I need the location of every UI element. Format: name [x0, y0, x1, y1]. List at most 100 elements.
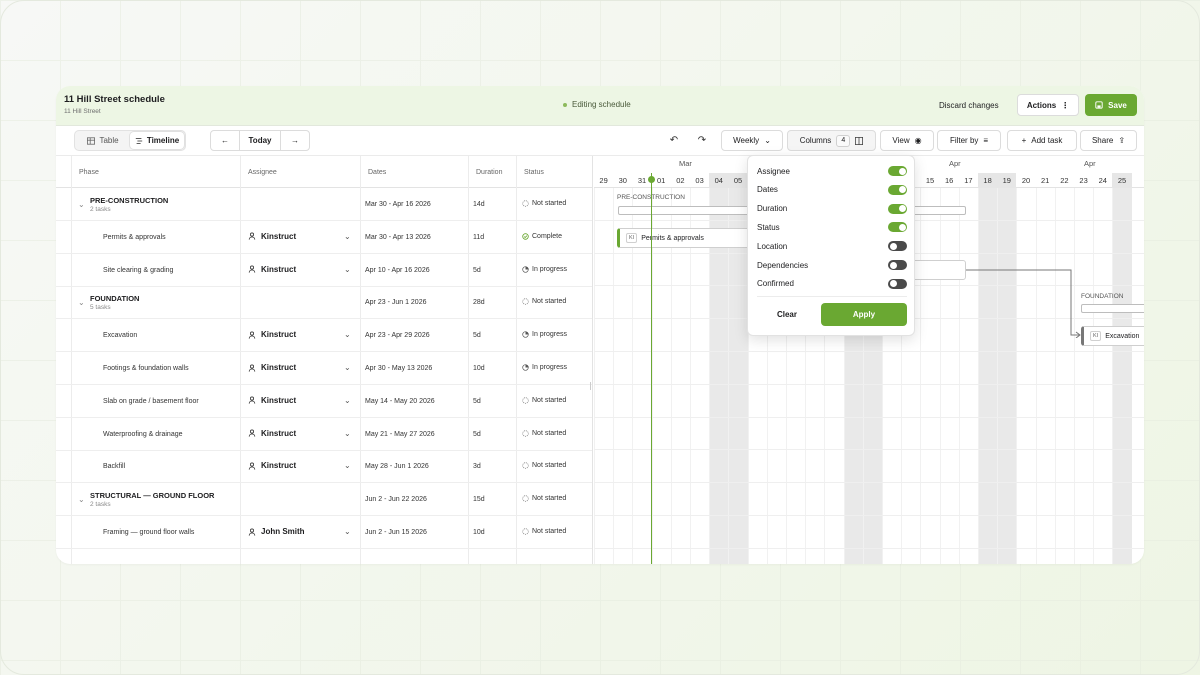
toggle-switch[interactable]	[888, 260, 907, 270]
task-name: Backfill	[103, 463, 126, 471]
task-row[interactable]: Excavation Kinstruct ⌄ Apr 23 - Apr 29 2026…	[56, 319, 592, 353]
save-button[interactable]: Save	[1085, 94, 1137, 116]
toggle-switch[interactable]	[888, 278, 907, 289]
column-toggle-row[interactable]: Dependencies	[757, 257, 907, 273]
schedule-table: Phase Assignee Dates Duration Status ⌄ PR…	[56, 156, 593, 564]
status-badge[interactable]: In progress	[522, 364, 567, 371]
chevron-down-icon[interactable]: ⌄	[344, 265, 351, 274]
day-label: 19	[997, 173, 1017, 188]
chevron-down-icon[interactable]: ⌄	[78, 495, 85, 504]
task-row[interactable]: Waterproofing & drainage Kinstruct ⌄ May 21…	[56, 418, 592, 451]
column-toggle-row[interactable]: Confirmed	[757, 276, 907, 292]
toggle-switch[interactable]	[888, 222, 907, 233]
toggle-switch[interactable]	[888, 203, 907, 214]
column-toggle-row[interactable]: Assignee	[757, 163, 907, 179]
chevron-down-icon[interactable]: ⌄	[344, 396, 351, 405]
chevron-down-icon[interactable]: ⌄	[78, 298, 85, 307]
panel-resize-handle[interactable]	[590, 382, 592, 390]
assignee-select[interactable]: Kinstruct	[248, 461, 296, 470]
tab-table[interactable]: Table	[76, 132, 130, 149]
tab-timeline[interactable]: Timeline	[130, 132, 184, 149]
assignee-select[interactable]: Kinstruct	[248, 396, 296, 405]
task-row[interactable]: Permits & approvals Kinstruct ⌄ Mar 30 - Ap…	[56, 221, 592, 254]
assignee-select[interactable]: Kinstruct	[248, 232, 296, 241]
assignee-select[interactable]: Kinstruct	[248, 330, 296, 339]
scale-label: Weekly	[733, 136, 760, 145]
status-icon	[522, 397, 529, 404]
chevron-down-icon[interactable]: ⌄	[78, 200, 85, 209]
chevron-down-icon[interactable]: ⌄	[344, 330, 351, 339]
tab-timeline-label: Timeline	[146, 136, 180, 145]
status-icon	[522, 298, 529, 306]
share-button[interactable]: Share ⇪	[1080, 130, 1137, 151]
chevron-down-icon[interactable]: ⌄	[344, 461, 351, 470]
chevron-down-icon[interactable]: ⌄	[344, 429, 351, 438]
task-row[interactable]: Slab on grade / basement floor Kinstruct ⌄…	[56, 385, 592, 418]
column-toggle-row[interactable]: Dates	[757, 182, 907, 198]
chevron-down-icon[interactable]: ⌄	[344, 527, 351, 536]
column-toggle-label: Duration	[757, 204, 788, 214]
month-label: Apr	[1084, 159, 1096, 168]
date-navigation: ← Today →	[210, 130, 310, 151]
chevron-down-icon[interactable]: ⌄	[344, 232, 351, 241]
status-badge[interactable]: Not started	[522, 528, 566, 535]
column-toggle-row[interactable]: Status	[757, 219, 907, 235]
toggle-knob	[898, 186, 906, 194]
next-button[interactable]: →	[280, 131, 309, 150]
status-badge[interactable]: Not started	[522, 462, 566, 469]
day-label: 18	[978, 173, 998, 188]
redo-icon: ↷	[697, 135, 707, 146]
phase-row[interactable]: ⌄ FOUNDATION 5 tasks Apr 23 - Jun 1 2026 28d…	[56, 286, 592, 320]
day-label: 30	[618, 176, 627, 185]
phase-row[interactable]: ⌄ STRUCTURAL — GROUND FLOOR 2 tasks Jun 2 -…	[56, 483, 592, 517]
clear-button[interactable]: Clear	[757, 303, 817, 326]
undo-button[interactable]: ↶	[664, 130, 684, 151]
scale-select[interactable]: Weekly ⌄	[721, 130, 783, 151]
assignee-select[interactable]: Kinstruct	[248, 265, 296, 274]
day-label: 15	[925, 176, 935, 185]
duration: 14d	[473, 201, 485, 208]
status-badge[interactable]: In progress	[522, 266, 567, 273]
filter-button[interactable]: Filter by ≡	[937, 130, 1001, 151]
task-bar-permits[interactable]: KI Permits & approvals	[617, 228, 757, 248]
today-button[interactable]: Today	[240, 131, 280, 150]
actions-button[interactable]: Actions ⋮	[1017, 94, 1079, 116]
task-row[interactable]: Framing — ground floor walls John Smith ⌄ J…	[56, 516, 592, 549]
phase-summary-bar[interactable]	[1081, 304, 1144, 313]
previous-button[interactable]: ←	[211, 131, 240, 150]
task-row[interactable]: Site clearing & grading Kinstruct ⌄ Apr 10 …	[56, 254, 592, 287]
task-bar-excavation[interactable]: KI Excavation	[1081, 326, 1144, 346]
chevron-down-icon[interactable]: ⌄	[344, 363, 351, 372]
page-subtitle: 11 Hill Street	[64, 108, 101, 115]
filter-icon: ≡	[983, 136, 989, 145]
assignee-name: Kinstruct	[261, 264, 297, 274]
redo-button[interactable]: ↷	[692, 130, 712, 151]
view-button[interactable]: View ◉	[880, 130, 934, 151]
assignee-name: Kinstruct	[261, 428, 297, 438]
status-badge[interactable]: Not started	[522, 397, 566, 404]
assignee-select[interactable]: Kinstruct	[248, 363, 296, 372]
status-badge[interactable]: Not started	[522, 430, 566, 437]
toggle-switch[interactable]	[888, 184, 907, 195]
assignee-select[interactable]: Kinstruct	[248, 429, 296, 438]
status-badge[interactable]: In progress	[522, 331, 567, 338]
task-row[interactable]: Backfill Kinstruct ⌄ May 28 - Jun 1 2026 3d N…	[56, 450, 592, 484]
status-badge[interactable]: Not started	[522, 298, 566, 305]
task-row[interactable]: Footings & foundation walls Kinstruct ⌄ Apr…	[56, 352, 592, 385]
status-badge[interactable]: Complete	[522, 233, 562, 240]
add-task-button[interactable]: + Add task	[1007, 130, 1077, 151]
toggle-switch[interactable]	[888, 166, 907, 176]
assignee-select[interactable]: John Smith	[248, 527, 305, 536]
status-badge[interactable]: Not started	[522, 200, 566, 207]
duration: 5d	[473, 266, 481, 274]
column-toggle-row[interactable]: Location	[757, 238, 907, 254]
discard-changes-button[interactable]: Discard changes	[932, 95, 1006, 116]
phase-row[interactable]: ⌄ PRE-CONSTRUCTION 2 tasks Mar 30 - Apr 16 …	[56, 188, 592, 221]
apply-button[interactable]: Apply	[821, 303, 907, 326]
assignee-badge: KI	[626, 233, 638, 243]
columns-button[interactable]: Columns 4	[787, 130, 876, 151]
toggle-switch[interactable]	[888, 241, 907, 252]
status-badge[interactable]: Not started	[522, 495, 566, 502]
assignee-name: Kinstruct	[261, 395, 297, 405]
column-toggle-row[interactable]: Duration	[757, 201, 907, 217]
